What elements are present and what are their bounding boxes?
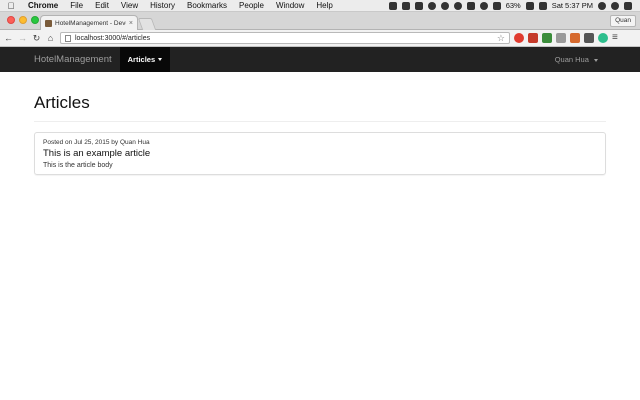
home-icon[interactable]: ⌂ xyxy=(45,33,56,43)
volume-icon[interactable] xyxy=(492,1,501,10)
wifi-icon[interactable] xyxy=(479,1,488,10)
apple-icon[interactable]:  xyxy=(0,1,22,11)
nav-user-menu[interactable]: Quan Hua xyxy=(555,55,598,64)
menu-bookmarks[interactable]: Bookmarks xyxy=(181,1,233,10)
grammarly-extension-icon[interactable] xyxy=(598,33,608,43)
bluetooth-icon[interactable] xyxy=(466,1,475,10)
main-content: Articles Posted on Jul 25, 2015 by Quan … xyxy=(34,72,606,175)
nav-item-articles[interactable]: Articles xyxy=(119,47,171,72)
user-icon[interactable] xyxy=(611,1,619,10)
screen-icon[interactable] xyxy=(414,1,423,10)
tab-close-icon[interactable]: × xyxy=(129,20,133,27)
address-bar[interactable]: localhost:3000/#/articles ☆ xyxy=(60,32,510,44)
gmail-extension-icon[interactable] xyxy=(528,33,538,43)
nav-item-articles-label: Articles xyxy=(127,55,156,64)
maximize-window-button[interactable] xyxy=(31,16,39,24)
page-title: Articles xyxy=(34,93,606,122)
forward-arrow-icon[interactable]: → xyxy=(17,33,28,43)
timer-icon[interactable] xyxy=(453,1,462,10)
menu-chrome[interactable]: Chrome xyxy=(22,1,64,10)
caret-down-icon xyxy=(158,58,163,61)
clock[interactable]: Sat 5:37 PM xyxy=(552,1,593,10)
navbar-brand[interactable]: HotelManagement xyxy=(34,54,112,65)
back-arrow-icon[interactable]: ← xyxy=(3,33,14,43)
tab-strip: HotelManagement - Devel... × Quan xyxy=(0,12,640,30)
menu-history[interactable]: History xyxy=(144,1,181,10)
angular-extension-icon[interactable] xyxy=(556,33,566,43)
menu-file[interactable]: File xyxy=(64,1,89,10)
menu-window[interactable]: Window xyxy=(270,1,310,10)
window-controls xyxy=(7,16,39,24)
article-title[interactable]: This is an example article xyxy=(43,148,597,159)
status-area: 63% Sat 5:37 PM xyxy=(388,1,640,10)
favicon-icon xyxy=(45,19,52,27)
bookmark-star-icon[interactable]: ☆ xyxy=(497,33,505,44)
nav-user-label: Quan Hua xyxy=(554,55,589,64)
spotlight-icon[interactable] xyxy=(598,1,606,10)
menu-view[interactable]: View xyxy=(115,1,144,10)
browser-toolbar: ← → ↻ ⌂ localhost:3000/#/articles ☆ ≡ xyxy=(0,30,640,47)
tab-title: HotelManagement - Devel... xyxy=(55,19,126,27)
page-icon xyxy=(65,34,71,42)
article-body: This is the article body xyxy=(43,162,113,169)
flag-icon[interactable] xyxy=(538,1,547,10)
menu-edit[interactable]: Edit xyxy=(89,1,115,10)
minimize-window-button[interactable] xyxy=(19,16,27,24)
green-extension-icon[interactable] xyxy=(542,33,552,43)
battery-icon[interactable] xyxy=(525,1,534,10)
menu-people[interactable]: People xyxy=(233,1,270,10)
orange-extension-icon[interactable] xyxy=(570,33,580,43)
new-tab-button[interactable] xyxy=(137,18,157,30)
opera-extension-icon[interactable] xyxy=(514,33,524,43)
article-card: Posted on Jul 25, 2015 by Quan Hua This … xyxy=(34,132,606,175)
chrome-menu-icon[interactable]: ≡ xyxy=(612,33,620,43)
article-meta: Posted on Jul 25, 2015 by Quan Hua xyxy=(43,139,150,146)
dropbox-icon[interactable] xyxy=(388,1,397,10)
notification-center-icon[interactable] xyxy=(624,1,632,10)
url-text[interactable]: localhost:3000/#/articles xyxy=(75,35,497,42)
skype-icon[interactable] xyxy=(440,1,449,10)
pocket-extension-icon[interactable] xyxy=(584,33,594,43)
macos-menu-bar:  Chrome File Edit View History Bookmark… xyxy=(0,0,640,12)
profile-button[interactable]: Quan xyxy=(610,15,636,27)
evernote-icon[interactable] xyxy=(401,1,410,10)
battery-percent: 63% xyxy=(505,1,521,10)
close-window-button[interactable] xyxy=(7,16,15,24)
caret-down-icon xyxy=(594,58,598,62)
notification-bell-icon[interactable] xyxy=(427,1,436,10)
menu-help[interactable]: Help xyxy=(310,1,338,10)
extensions-area: ≡ xyxy=(514,33,620,43)
reload-icon[interactable]: ↻ xyxy=(31,33,42,44)
app-navbar: HotelManagement Articles Quan Hua xyxy=(0,47,640,72)
browser-tab[interactable]: HotelManagement - Devel... × xyxy=(40,15,138,30)
